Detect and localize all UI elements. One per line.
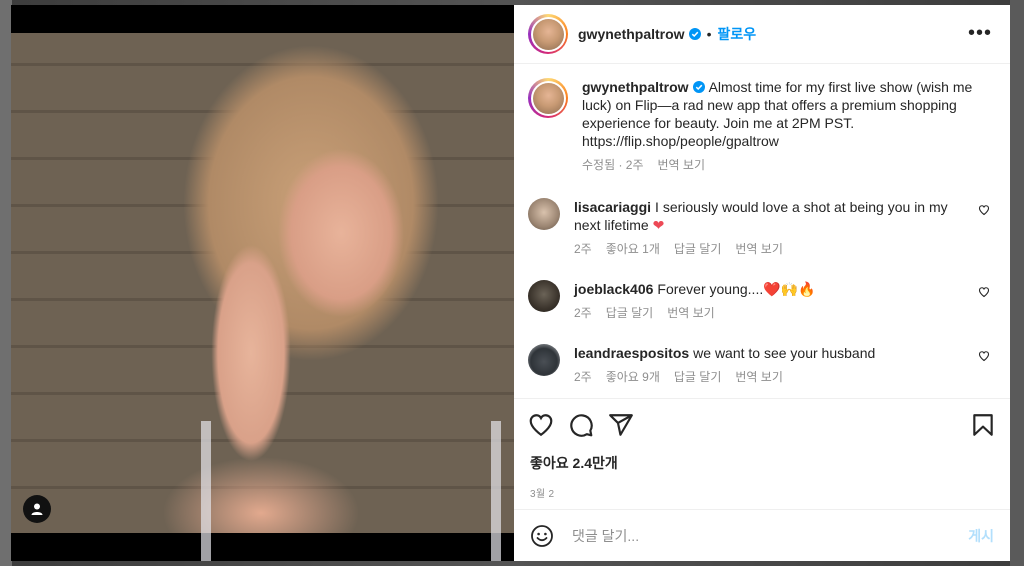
- verified-icon: [692, 81, 705, 93]
- separator-dot: •: [706, 26, 712, 42]
- comment-time: 2주: [574, 370, 592, 384]
- tagged-user-icon[interactable]: [23, 495, 51, 523]
- comment-like-heart-icon[interactable]: [978, 350, 990, 362]
- comment-item: joeblack406 Forever young....❤️🙌🔥 2주 답글 달…: [528, 280, 996, 322]
- post-panel: gwynethpaltrow • 팔로우 ••• gwynethpaltrow A…: [514, 5, 1010, 561]
- caption-translate-link[interactable]: 번역 보기: [658, 156, 706, 174]
- caption-edited-time: 수정됨 · 2주: [582, 158, 644, 172]
- comment-username[interactable]: lisacariaggi: [574, 199, 651, 215]
- commenter-avatar[interactable]: [528, 198, 560, 230]
- post-media[interactable]: [11, 5, 514, 561]
- follow-button[interactable]: 팔로우: [717, 24, 756, 44]
- verified-icon: [688, 28, 701, 40]
- backdrop-right-edge: [1010, 0, 1024, 566]
- comment-reply-button[interactable]: 답글 달기: [674, 240, 722, 258]
- comment-time: 2주: [574, 242, 592, 256]
- author-avatar[interactable]: [528, 14, 568, 54]
- post-actions-bar: [514, 399, 1010, 451]
- post-comment-button[interactable]: 게시: [968, 526, 994, 546]
- comment-translate-link[interactable]: 번역 보기: [735, 368, 783, 386]
- caption-avatar[interactable]: [528, 78, 568, 118]
- comment-likes[interactable]: 좋아요 1개: [606, 240, 660, 258]
- comment-text: Forever young....: [657, 281, 764, 297]
- comment-emoji: ❤️🙌🔥: [763, 281, 816, 297]
- comments-list[interactable]: gwynethpaltrow Almost time for my first l…: [514, 64, 1010, 399]
- comment-reply-button[interactable]: 답글 달기: [674, 368, 722, 386]
- commenter-avatar[interactable]: [528, 344, 560, 376]
- photo-tank-top: [201, 421, 501, 561]
- user-icon: [31, 503, 43, 515]
- like-heart-icon[interactable]: [528, 412, 554, 438]
- likes-count[interactable]: 좋아요 2.4만개: [514, 453, 1010, 473]
- caption-entry: gwynethpaltrow Almost time for my first l…: [528, 78, 996, 174]
- comment-input[interactable]: [570, 526, 969, 545]
- author-username[interactable]: gwynethpaltrow: [578, 26, 685, 42]
- comment-icon[interactable]: [568, 412, 594, 438]
- caption-username[interactable]: gwynethpaltrow: [582, 79, 689, 95]
- comment-translate-link[interactable]: 번역 보기: [735, 240, 783, 258]
- comment-item: leandraespositos we want to see your husb…: [528, 344, 996, 386]
- comment-time: 2주: [574, 306, 592, 320]
- post-header: gwynethpaltrow • 팔로우 •••: [514, 5, 1010, 64]
- more-options-icon[interactable]: •••: [968, 23, 992, 43]
- comment-emoji: ❤: [652, 217, 665, 233]
- comment-translate-link[interactable]: 번역 보기: [667, 304, 715, 322]
- commenter-avatar[interactable]: [528, 280, 560, 312]
- comment-text: we want to see your husband: [693, 345, 876, 361]
- comment-like-heart-icon[interactable]: [978, 204, 990, 216]
- comment-like-heart-icon[interactable]: [978, 286, 990, 298]
- add-comment-bar: 게시: [514, 509, 1010, 561]
- comment-likes[interactable]: 좋아요 9개: [606, 368, 660, 386]
- share-icon[interactable]: [608, 412, 634, 438]
- post-date: 3월 2: [530, 489, 555, 500]
- comment-username[interactable]: joeblack406: [574, 281, 653, 297]
- comment-reply-button[interactable]: 답글 달기: [606, 304, 654, 322]
- post-photo: [11, 33, 514, 561]
- bookmark-icon[interactable]: [970, 412, 996, 438]
- emoji-icon[interactable]: [530, 524, 554, 548]
- comment-username[interactable]: leandraespositos: [574, 345, 689, 361]
- comment-item: lisacariaggi I seriously would love a sho…: [528, 198, 996, 258]
